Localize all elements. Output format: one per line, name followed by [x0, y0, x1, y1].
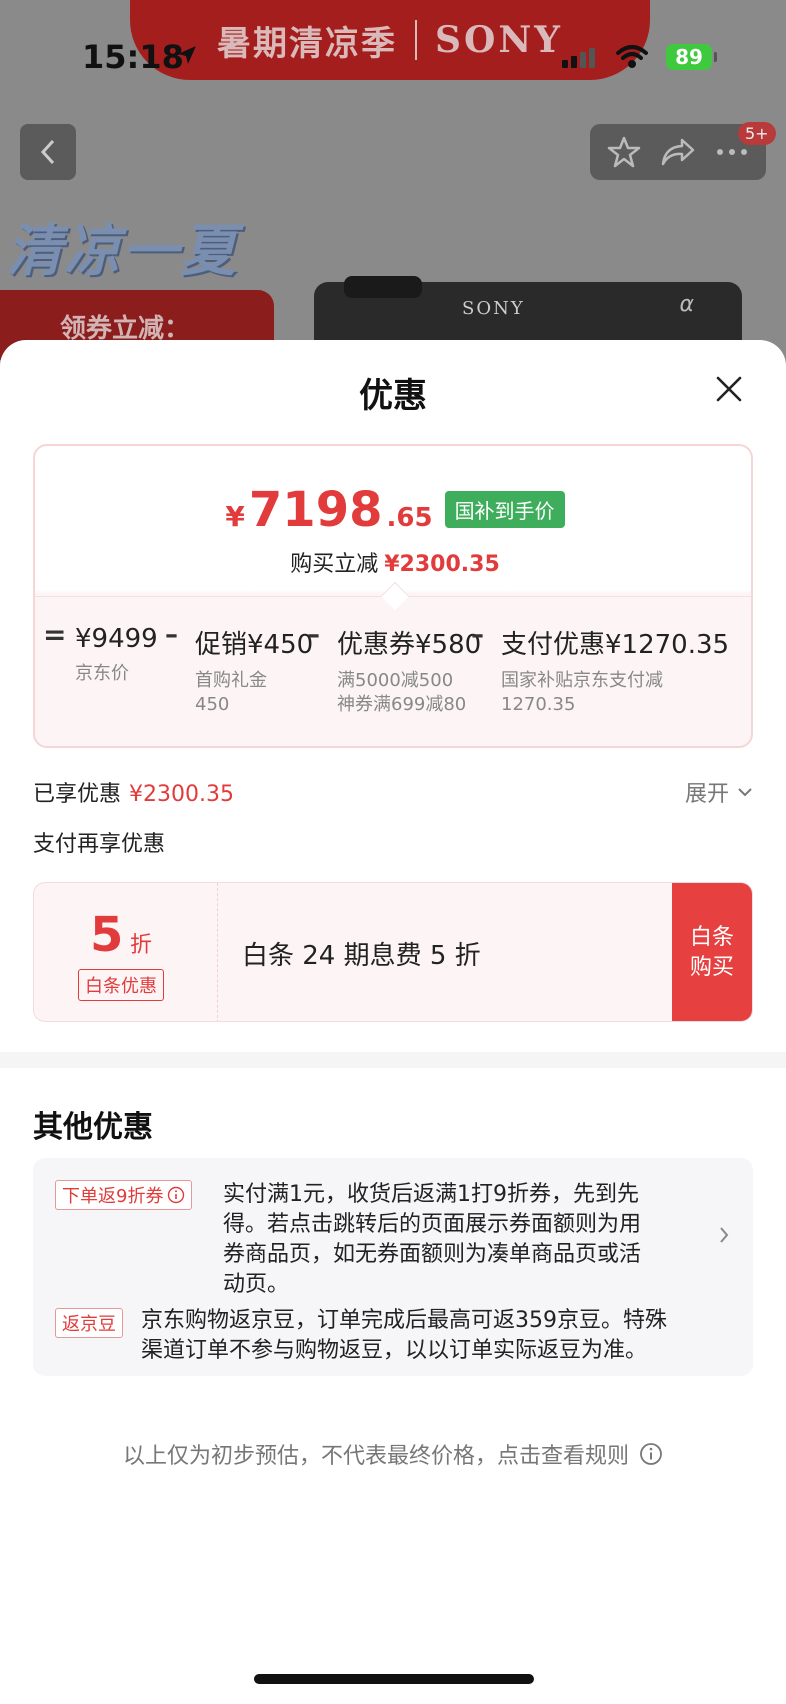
discount-sheet: 优惠 ¥ 7198 .65 国补到手价 购买立减 ¥2300.35 = ¥9499… [0, 340, 786, 1704]
price-decimal: .65 [386, 503, 433, 533]
status-bar: 15:18 89 [0, 0, 786, 112]
chevron-right-icon[interactable] [719, 1226, 729, 1244]
close-icon[interactable] [714, 374, 744, 404]
price-card-notch [380, 581, 410, 611]
notification-badge: 5+ [738, 122, 776, 145]
breakdown-value: ¥9499 [75, 624, 158, 654]
breakdown-item: ¥9499 京东价 [75, 624, 158, 686]
baitiao-discount-number: 5 [90, 907, 124, 963]
baitiao-offer-text: 白条 24 期息费 5 折 [242, 941, 481, 971]
baitiao-buy-button[interactable]: 白条购买 [672, 883, 752, 1021]
camera-brand-label: SONY [462, 298, 525, 319]
baitiao-discount-unit: 折 [130, 933, 153, 958]
breakdown-sub: 国家补贴京东支付减 1270.35 [501, 669, 729, 717]
other-offers-card[interactable]: 下单返9折券 实付满1元，收货后返满1打9折券，先到先 得。若点击跳转后的页面展… [33, 1158, 753, 1376]
breakdown-value: 支付优惠¥1270.35 [501, 630, 730, 660]
price-integer: 7198 [248, 482, 383, 538]
enjoyed-label: 已享优惠 [33, 782, 122, 807]
reduce-line: 购买立减 ¥2300.35 [35, 546, 751, 578]
wifi-icon [616, 45, 648, 68]
coupon-return-tag: 下单返9折券 [55, 1180, 193, 1210]
breakdown-sub: 首购礼金 450 [195, 669, 313, 717]
breakdown-value: 促销¥450 [195, 630, 314, 660]
coupon-return-tag-label: 下单返9折券 [62, 1186, 164, 1207]
text-line: 渠道订单不参与购物返豆，以以订单实际返豆为准。 [141, 1338, 648, 1363]
pay-more-title: 支付再享优惠 [33, 832, 166, 857]
breakdown-sub-line2: 1270.35 [501, 694, 576, 715]
gov-subsidy-tag: 国补到手价 [444, 491, 565, 528]
breakdown-sub-line2: 450 [195, 694, 230, 715]
back-button[interactable] [20, 124, 76, 180]
camera-alpha-label: α [679, 292, 694, 317]
summer-promo-title: 清凉一夏 [6, 219, 238, 284]
star-icon[interactable] [607, 135, 641, 169]
breakdown-sub-line1: 满5000减500 [337, 670, 454, 691]
info-icon [640, 1443, 662, 1465]
expand-label: 展开 [684, 782, 729, 807]
home-indicator [254, 1674, 534, 1684]
footer-note-text: 以上仅为初步预估，不代表最终价格，点击查看规则 [122, 1444, 629, 1469]
enjoyed-discount: 已享优惠 ¥2300.35 [33, 776, 234, 808]
section-separator [0, 1052, 786, 1068]
location-arrow-icon [178, 46, 196, 64]
breakdown-sub-line1: 国家补贴京东支付减 [501, 670, 663, 691]
breakdown-item: 优惠券¥580 满5000减500 神券满699减80 [337, 624, 481, 717]
baitiao-tag: 白条优惠 [78, 969, 164, 1001]
breakdown-sub-line1: 首购礼金 [195, 670, 267, 691]
price-currency: ¥ [225, 500, 245, 533]
text-line: 动页。 [223, 1272, 290, 1297]
more-icon[interactable] [715, 147, 749, 157]
breakdown-equals: = [43, 618, 67, 651]
breakdown-value: 优惠券¥580 [337, 630, 482, 660]
jingdou-text: 京东购物返京豆，订单完成后最高可返359京豆。特殊 渠道订单不参与购物返豆，以以… [141, 1306, 667, 1366]
text-line: 得。若点击跳转后的页面展示券面额则为用 [223, 1212, 642, 1237]
breakdown-sub: 满5000减500 神券满699减80 [337, 669, 481, 717]
jingdou-tag: 返京豆 [55, 1308, 123, 1338]
text-line: 京东购物返京豆，订单完成后最高可返359京豆。特殊 [141, 1308, 667, 1333]
chevron-down-icon [738, 788, 752, 797]
breakdown-item: 支付优惠¥1270.35 国家补贴京东支付减 1270.35 [501, 624, 729, 717]
battery-level: 89 [675, 45, 703, 69]
breakdown-minus: – [165, 620, 178, 650]
cellular-signal-icon [562, 48, 595, 68]
expand-button[interactable]: 展开 [685, 776, 753, 808]
enjoyed-value: ¥2300.35 [129, 782, 234, 807]
share-icon[interactable] [660, 136, 696, 168]
final-price-line: ¥ 7198 .65 国补到手价 [35, 482, 751, 538]
baitiao-discount-block: 5 折 白条优惠 [34, 883, 218, 1021]
breakdown-sub: 京东价 [75, 663, 129, 684]
sheet-title: 优惠 [359, 376, 427, 416]
coupon-return-text: 实付满1元，收货后返满1打9折券，先到先 得。若点击跳转后的页面展示券面额则为用… [223, 1180, 641, 1300]
status-time: 15:18 [82, 38, 184, 76]
camera-dial [344, 276, 422, 298]
battery-indicator: 89 [666, 44, 712, 70]
footer-note[interactable]: 以上仅为初步预估，不代表最终价格，点击查看规则 [0, 1438, 786, 1470]
breakdown-item: 促销¥450 首购礼金 450 [195, 624, 313, 717]
chevron-left-icon [40, 139, 55, 165]
info-icon[interactable] [167, 1186, 185, 1204]
reduce-value: ¥2300.35 [384, 552, 500, 577]
reduce-label: 购买立减 [290, 552, 379, 577]
breakdown-minus: – [307, 620, 320, 650]
text-line: 券商品页，如无券面额则为凑单商品页或活 [223, 1242, 642, 1267]
baitiao-offer-card[interactable]: 5 折 白条优惠 白条 24 期息费 5 折 白条购买 [33, 882, 753, 1022]
breakdown-sub-line2: 神券满699减80 [337, 694, 467, 715]
price-card: ¥ 7198 .65 国补到手价 购买立减 ¥2300.35 = ¥9499 京东… [33, 444, 753, 748]
text-line: 实付满1元，收货后返满1打9折券，先到先 [223, 1182, 639, 1207]
battery-tip [714, 52, 717, 62]
jingdou-tag-label: 返京豆 [62, 1314, 116, 1335]
breakdown-minus: – [471, 620, 484, 650]
other-offers-title: 其他优惠 [33, 1110, 153, 1145]
